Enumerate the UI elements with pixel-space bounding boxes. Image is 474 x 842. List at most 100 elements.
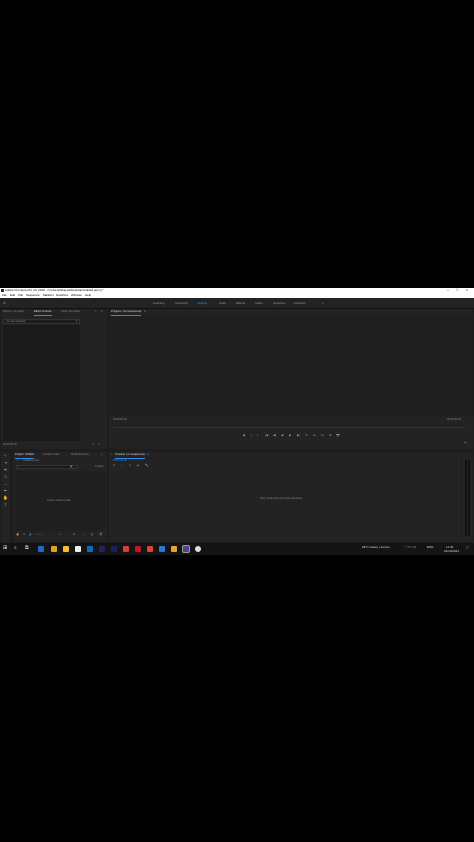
- clock-date[interactable]: 01/10/2021: [444, 549, 459, 553]
- rewind-icon[interactable]: ◀: [281, 433, 283, 437]
- notifications-icon[interactable]: ▢: [466, 545, 469, 549]
- workspace-more-icon[interactable]: »: [322, 301, 324, 305]
- panel-menu-icon[interactable]: ≡: [101, 309, 103, 315]
- track-select-tool-icon[interactable]: ⇥: [3, 461, 8, 465]
- mark-out-icon[interactable]: }: [257, 433, 258, 437]
- vlc-icon[interactable]: [171, 546, 177, 552]
- opera-icon[interactable]: [147, 546, 153, 552]
- lift-icon[interactable]: ⊟: [313, 433, 316, 437]
- keyboard-language[interactable]: ENG: [427, 545, 434, 549]
- lock-icon[interactable]: 🔒: [16, 533, 19, 536]
- home-icon[interactable]: ⌂: [3, 300, 6, 306]
- project-search-input[interactable]: ⌕: [16, 465, 78, 469]
- hand-tool-icon[interactable]: ✋: [3, 496, 8, 500]
- workspace-audio[interactable]: Audio: [255, 301, 263, 305]
- clip-selector[interactable]: (no clip selected) ▾: [3, 319, 80, 324]
- tab-content-cube[interactable]: Content Cube: [43, 452, 60, 458]
- program-menu-icon[interactable]: ≡: [144, 309, 146, 315]
- mail-icon[interactable]: [87, 546, 93, 552]
- timeline-timecode[interactable]: 00;00;00;00: [113, 459, 127, 462]
- go-to-out-icon[interactable]: ▶|: [297, 433, 300, 437]
- workspace-assembly[interactable]: Assembly: [175, 301, 188, 305]
- acrobat-icon[interactable]: [123, 546, 129, 552]
- audio-meters-panel: [462, 452, 473, 542]
- find-icon[interactable]: ⌕: [83, 533, 84, 536]
- snap-icon[interactable]: ∩: [121, 464, 123, 467]
- workspace-editing[interactable]: Editing: [198, 301, 207, 305]
- edge-icon[interactable]: [38, 546, 44, 552]
- slip-tool-icon[interactable]: ↔: [3, 482, 8, 486]
- export-frame-icon[interactable]: 📷: [336, 433, 340, 437]
- tab-media-browser[interactable]: Media Browser: [71, 452, 89, 458]
- tray-icons[interactable]: ⌃ ▭ ♪ ⊙: [404, 545, 416, 549]
- export-icon[interactable]: ⇥: [98, 443, 100, 446]
- program-timecode-right: 00:00:00:00: [447, 418, 461, 421]
- project-empty-message: Import media to start: [47, 499, 71, 502]
- new-item-icon[interactable]: ▤: [91, 533, 93, 536]
- store-icon[interactable]: [75, 546, 81, 552]
- weather-status[interactable]: 28°C Heavy t-storms: [362, 545, 390, 549]
- media-icon[interactable]: [135, 546, 141, 552]
- timeline-menu-icon[interactable]: ≡: [147, 452, 149, 458]
- program-scrubber[interactable]: [113, 427, 465, 428]
- new-bin-icon[interactable]: ▣: [70, 465, 72, 468]
- ripple-edit-tool-icon[interactable]: ⇹: [3, 468, 8, 472]
- add-marker-icon[interactable]: ◆: [243, 433, 245, 437]
- project-folder-icon: ▭: [16, 459, 19, 462]
- automate-icon[interactable]: ⊞: [73, 533, 75, 536]
- project-more-icon[interactable]: »: [101, 452, 103, 458]
- file-explorer-icon[interactable]: [51, 546, 57, 552]
- tab-effect-controls[interactable]: Effect Controls: [34, 309, 52, 316]
- play-icon[interactable]: ▶: [289, 433, 291, 437]
- chrome-icon[interactable]: [63, 546, 69, 552]
- clock-app-icon[interactable]: [195, 546, 201, 552]
- type-tool-icon[interactable]: T: [3, 503, 8, 507]
- search-icon[interactable]: ⌕: [14, 545, 20, 551]
- wrench-icon[interactable]: 🔧: [145, 464, 148, 467]
- add-marker-icon-timeline[interactable]: ◆: [137, 464, 139, 467]
- zoom-slider-icon[interactable]: ○───: [35, 533, 42, 536]
- loop-icon[interactable]: ⟲: [305, 433, 308, 437]
- pen-tool-icon[interactable]: ✒: [3, 489, 8, 493]
- workspace-color[interactable]: Color: [219, 301, 226, 305]
- effect-controls-panel: Source: (no clips) Effect Controls Audio…: [1, 309, 107, 449]
- program-timecode-left: 00:00:00:00: [113, 418, 127, 421]
- workspace-libraries[interactable]: Libraries: [294, 301, 306, 305]
- photos-icon[interactable]: [159, 546, 165, 552]
- tab-timeline[interactable]: Timeline: (no sequences): [115, 452, 146, 459]
- tab-program[interactable]: Program: (no sequences): [111, 309, 142, 316]
- mark-in-icon[interactable]: {: [251, 433, 252, 437]
- trash-icon[interactable]: 🗑: [99, 533, 102, 536]
- add-button-icon[interactable]: +: [464, 440, 466, 445]
- razor-tool-icon[interactable]: ◊: [3, 475, 8, 479]
- extract-icon[interactable]: ⊡: [321, 433, 324, 437]
- panel-more-icon[interactable]: »: [95, 309, 97, 315]
- nest-icon[interactable]: ⊡: [113, 464, 115, 467]
- project-media-area[interactable]: Import media to start: [15, 471, 105, 531]
- workspace-graphics[interactable]: Graphics: [273, 301, 285, 305]
- icon-view-icon[interactable]: ▦: [29, 533, 31, 536]
- workspace-effects[interactable]: Effects: [236, 301, 245, 305]
- filter-icon[interactable]: ⊽: [92, 443, 94, 446]
- program-video-area[interactable]: [109, 316, 473, 416]
- windows-start-icon[interactable]: ⊞: [3, 545, 9, 551]
- timeline-tabs: × Timeline: (no sequences) ≡: [109, 452, 461, 459]
- tab-project[interactable]: Project: Untitled: [15, 452, 34, 459]
- list-view-icon[interactable]: ☰: [23, 533, 25, 536]
- tab-audio-clip-mixer[interactable]: Audio Clip Mixer: [61, 309, 81, 315]
- go-to-in-icon[interactable]: |◀: [265, 433, 268, 437]
- step-back-icon[interactable]: ◀|: [273, 433, 276, 437]
- close-tab-icon[interactable]: ×: [110, 452, 112, 458]
- premiere-taskbar-icon[interactable]: [99, 546, 105, 552]
- safe-margins-icon[interactable]: ⊞: [329, 433, 332, 437]
- selection-tool-icon[interactable]: ↖: [3, 454, 8, 458]
- tab-source[interactable]: Source: (no clips): [3, 309, 24, 315]
- task-view-icon[interactable]: ⧉: [25, 545, 31, 551]
- workspace-bar: ⌂ Learning Assembly Editing Color Effect…: [0, 298, 474, 309]
- project-panel: Project: Untitled Content Cube Media Bro…: [13, 452, 107, 542]
- after-effects-icon[interactable]: [111, 546, 117, 552]
- sort-icon[interactable]: ≡: [59, 533, 61, 536]
- linked-selection-icon[interactable]: ⊘: [129, 464, 131, 467]
- premiere-active-icon[interactable]: [182, 545, 190, 553]
- workspace-learning[interactable]: Learning: [153, 301, 165, 305]
